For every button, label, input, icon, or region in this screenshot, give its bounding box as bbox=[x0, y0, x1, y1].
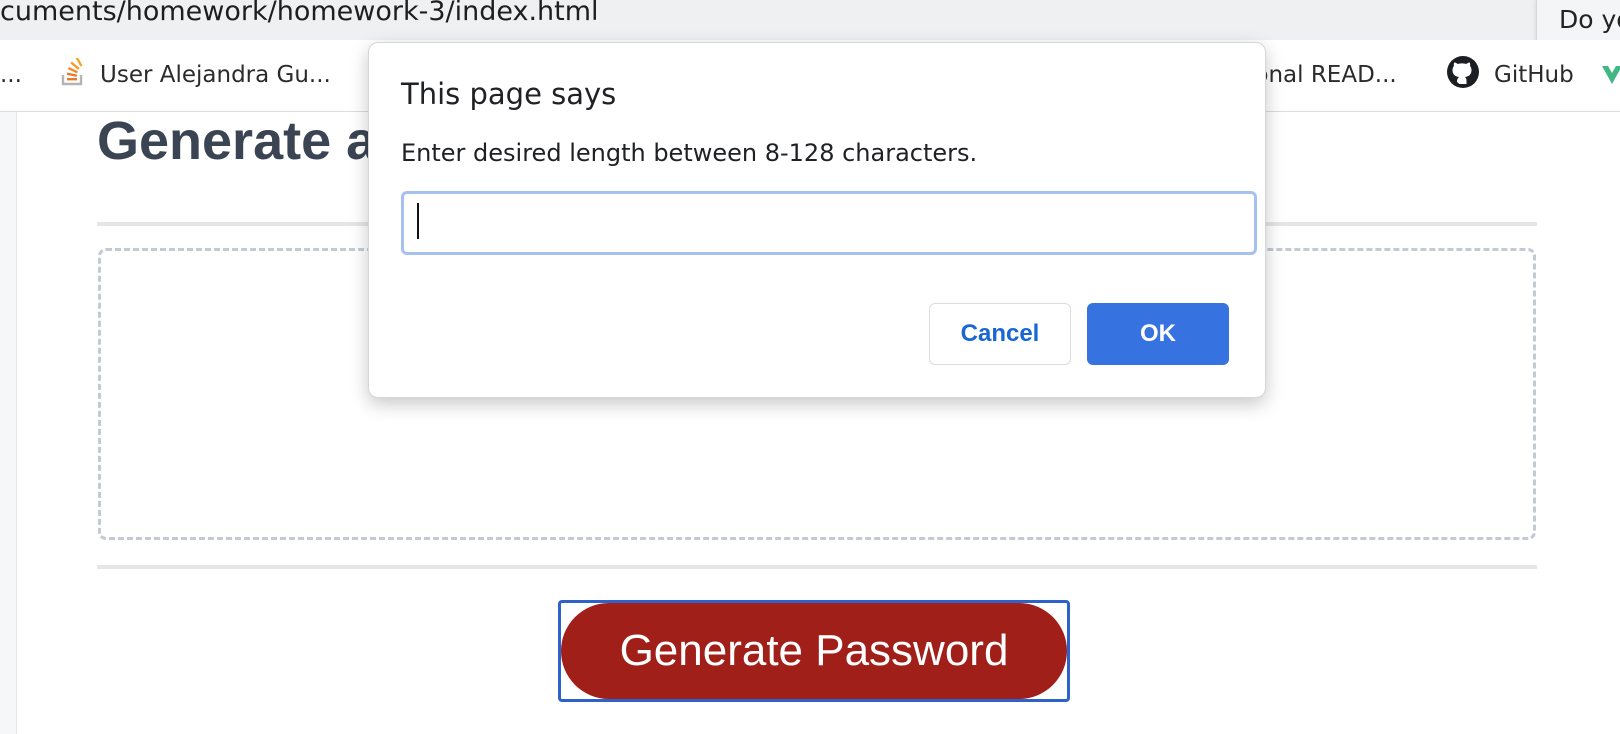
dialog-title: This page says bbox=[401, 77, 617, 111]
page-heading: Generate a bbox=[97, 111, 377, 171]
bookmark-label: User Alejandra Gu... bbox=[100, 62, 331, 88]
address-bar[interactable]: cuments/homework/homework-3/index.html bbox=[0, 0, 1620, 40]
bookmark-item-stackoverflow[interactable]: User Alejandra Gu... bbox=[60, 56, 331, 92]
stackoverflow-icon bbox=[60, 56, 86, 92]
text-caret bbox=[417, 203, 419, 239]
generate-password-button[interactable]: Generate Password bbox=[561, 603, 1067, 699]
bookmark-item-github[interactable]: GitHub bbox=[1446, 55, 1574, 95]
browser-popup-text: Do yo bbox=[1559, 5, 1620, 34]
ok-button[interactable]: OK bbox=[1087, 303, 1229, 365]
cancel-button[interactable]: Cancel bbox=[929, 303, 1071, 365]
bookmark-label: ... bbox=[0, 62, 22, 88]
generate-button-focus-ring: Generate Password bbox=[558, 600, 1070, 702]
dialog-message: Enter desired length between 8-128 chara… bbox=[401, 139, 978, 167]
vue-icon bbox=[1602, 66, 1620, 91]
divider-bottom bbox=[97, 565, 1537, 569]
url-text[interactable]: cuments/homework/homework-3/index.html bbox=[0, 0, 599, 27]
bookmark-label: GitHub bbox=[1494, 62, 1574, 88]
bookmark-item-truncated[interactable]: ... bbox=[0, 58, 22, 92]
dialog-input[interactable] bbox=[401, 191, 1257, 255]
github-icon bbox=[1446, 55, 1480, 95]
prompt-dialog: This page says Enter desired length betw… bbox=[368, 42, 1266, 398]
